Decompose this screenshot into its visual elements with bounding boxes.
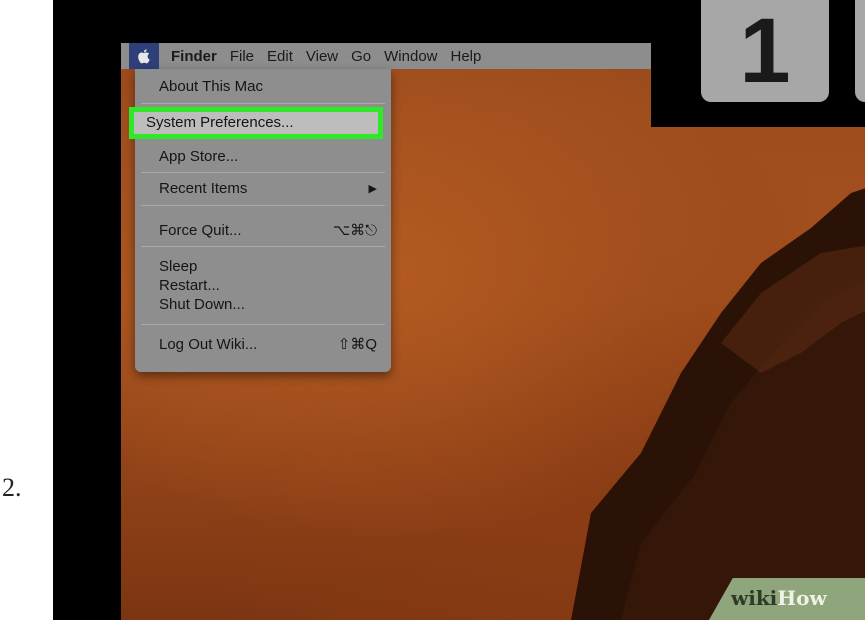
menu-item-label: About This Mac [159,78,263,95]
menu-item-label: Force Quit... [159,222,242,239]
menu-separator [141,205,385,206]
menu-item-app-store[interactable]: App Store... [159,147,377,167]
page: 2. Finder File Edit View Go Window Help [0,0,865,620]
menu-separator [141,103,385,104]
menu-view[interactable]: View [306,48,338,65]
menu-help[interactable]: Help [451,48,482,65]
menu-item-force-quit[interactable]: Force Quit... ⌥⌘⎋ [159,221,377,241]
menu-item-label: Shut Down... [159,296,245,313]
menu-separator [141,246,385,247]
menu-item-label: Sleep [159,258,198,275]
menu-go[interactable]: Go [351,48,371,65]
menu-item-system-preferences[interactable]: System Preferences... [146,113,294,133]
menu-item-label: App Store... [159,148,239,165]
menu-bar: Finder File Edit View Go Window Help [121,43,701,69]
menu-item-restart[interactable]: Restart... [159,276,377,296]
watermark-wiki: wiki [731,586,778,610]
menu-item-label: Log Out Wiki... [159,336,258,353]
menu-file[interactable]: File [230,48,254,65]
watermark-how: How [777,586,827,610]
menu-item-log-out[interactable]: Log Out Wiki... ⇧⌘Q [159,335,377,355]
menu-item-recent-items[interactable]: Recent Items ▶ [159,179,377,199]
menu-separator [141,172,385,173]
menu-item-shut-down[interactable]: Shut Down... [159,295,377,315]
submenu-arrow-icon: ▶ [368,183,377,195]
menu-item-label: Restart... [159,277,220,294]
menu-window[interactable]: Window [384,48,437,65]
step-badge-edge [855,0,865,102]
menu-item-sleep[interactable]: Sleep [159,257,377,277]
screenshot-frame: Finder File Edit View Go Window Help Abo… [53,0,865,620]
list-number: 2. [2,473,22,502]
menu-item-label: Recent Items [159,180,248,197]
menu-separator [141,324,385,325]
apple-menu-button[interactable] [129,43,159,69]
apple-icon [138,49,150,64]
menu-edit[interactable]: Edit [267,48,293,65]
menu-item-shortcut: ⇧⌘Q [337,336,377,353]
wikihow-watermark: wikiHow [731,586,827,610]
menu-item-shortcut: ⌥⌘⎋ [332,222,377,239]
menu-finder[interactable]: Finder [171,48,217,65]
menu-item-about-this-mac[interactable]: About This Mac [159,77,377,97]
step-number-badge: 1 [701,0,829,102]
